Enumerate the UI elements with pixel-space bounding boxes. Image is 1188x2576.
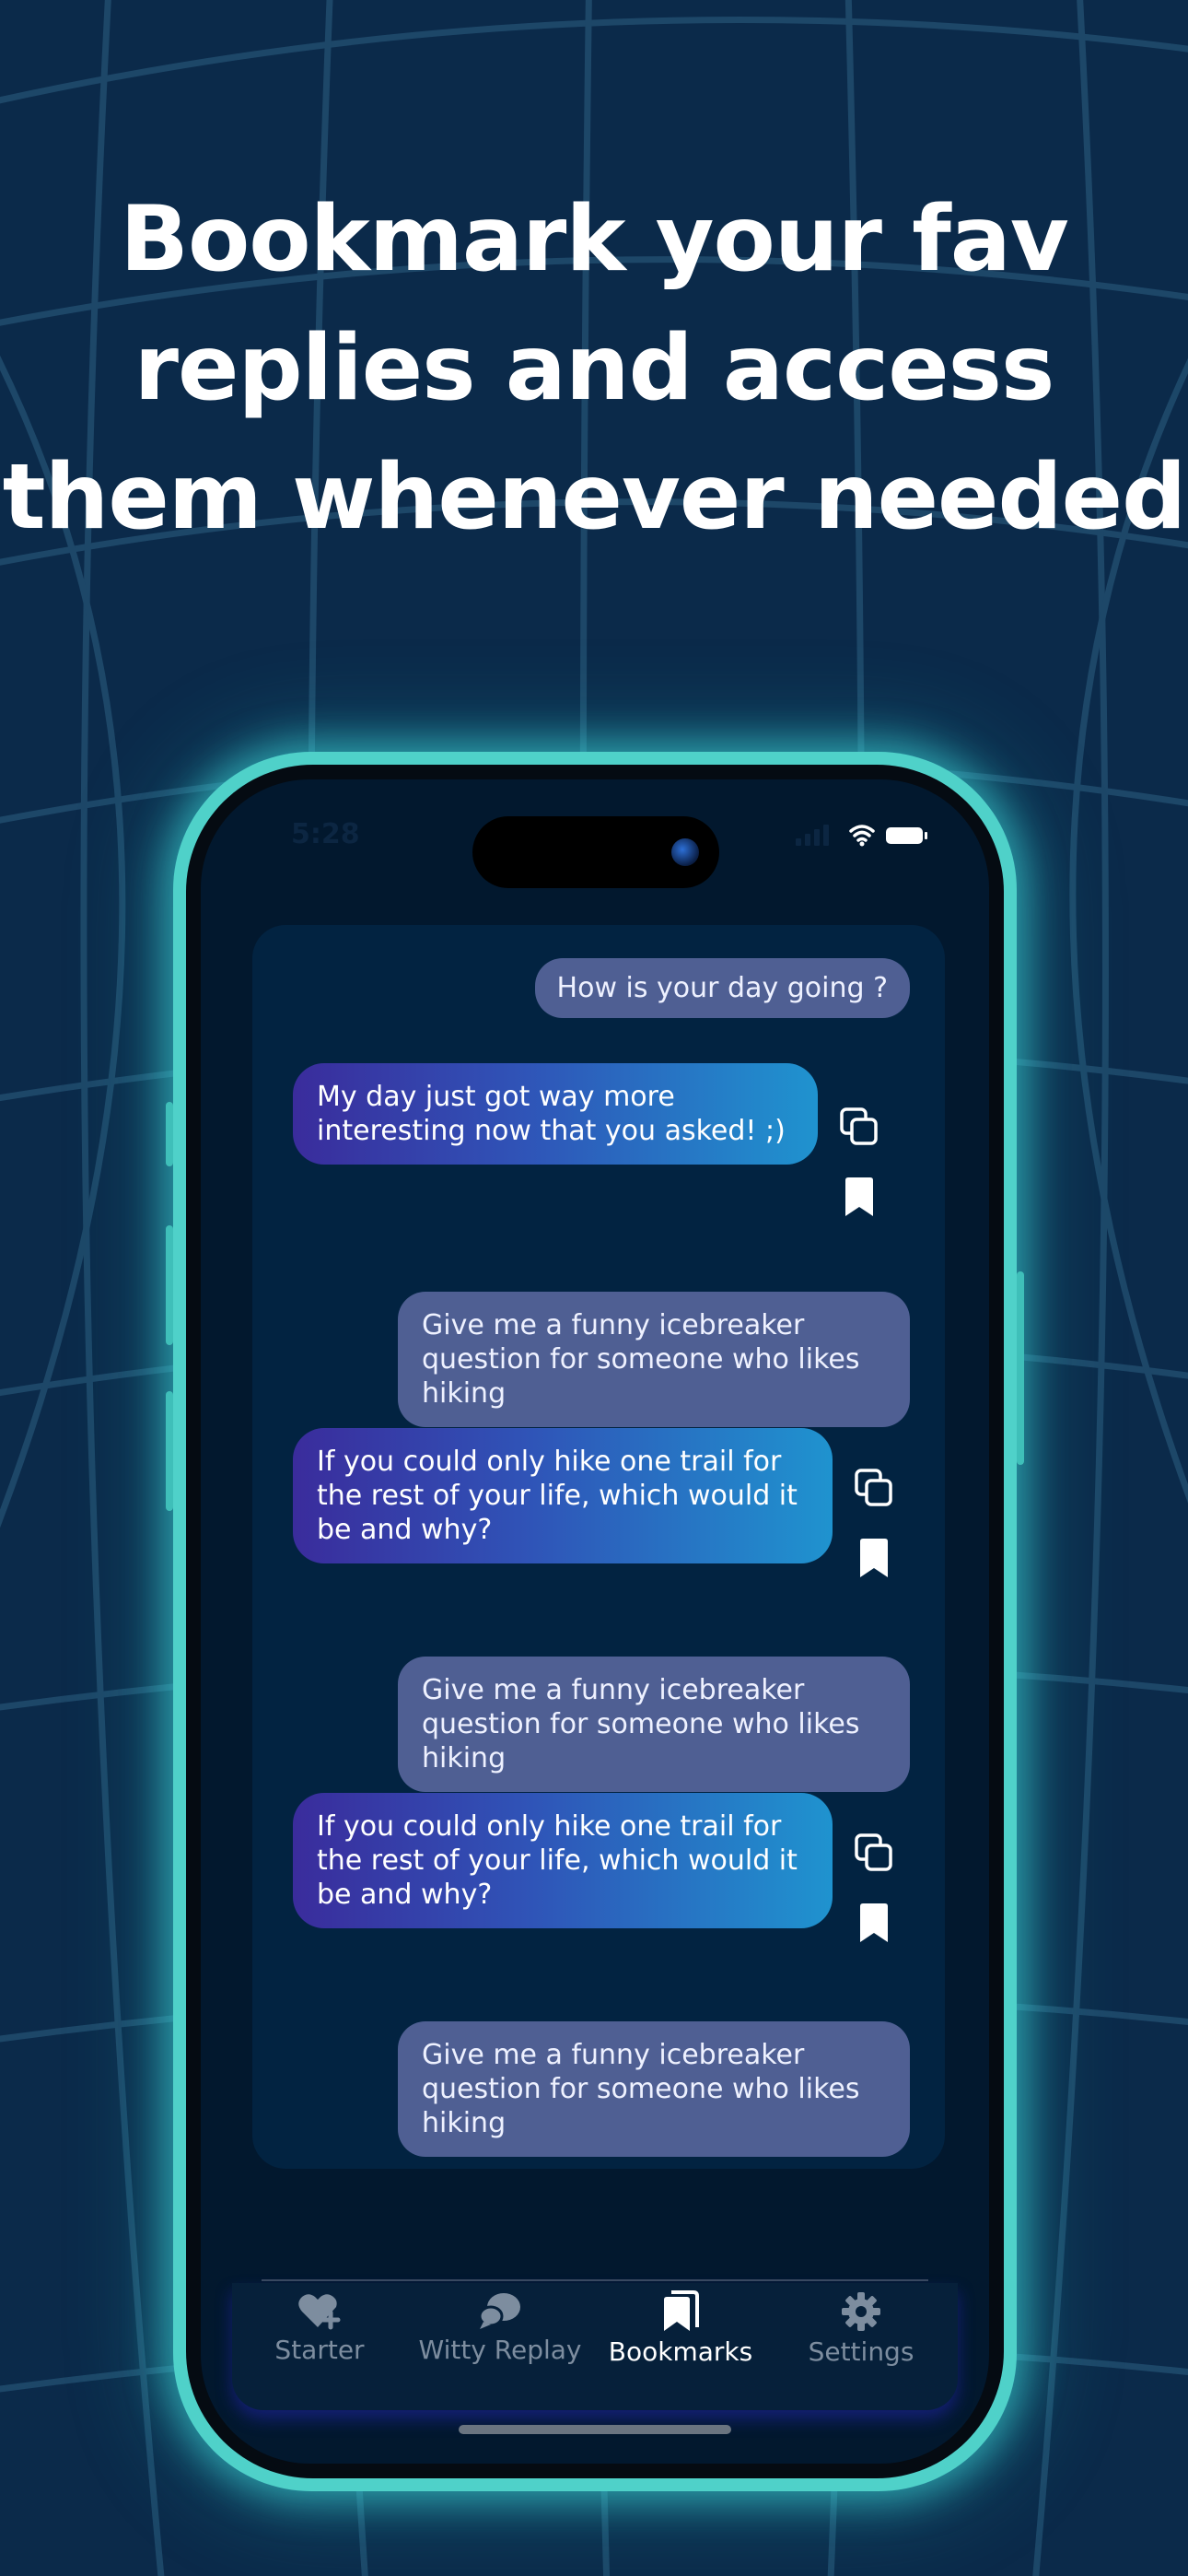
camera-icon (671, 838, 699, 866)
dynamic-island (472, 816, 719, 888)
home-indicator (459, 2425, 731, 2434)
chat-bubbles-icon (478, 2293, 520, 2329)
bookmark-icon[interactable] (858, 1903, 890, 1944)
ai-reply[interactable]: If you could only hike one trail for the… (293, 1793, 833, 1928)
power-button (1017, 1271, 1024, 1465)
volume-up-button (166, 1225, 173, 1345)
bookmark-icon[interactable] (844, 1177, 875, 1218)
ai-reply[interactable]: If you could only hike one trail for the… (293, 1428, 833, 1563)
silent-switch (166, 1102, 173, 1166)
copy-icon[interactable] (853, 1832, 895, 1874)
bookmark-icon[interactable] (858, 1539, 890, 1579)
headline-line-2: replies and access (134, 316, 1055, 421)
battery-icon (886, 827, 923, 844)
tab-label-bookmarks: Bookmarks (608, 2336, 753, 2367)
tab-bar: Starter Witty Replay Bookmarks Settings (232, 2283, 958, 2410)
chat-panel[interactable]: How is your day going ? My day just got … (252, 925, 945, 2169)
headline-line-1: Bookmark your fav (120, 187, 1068, 292)
user-message: Give me a funny icebreaker question for … (398, 2021, 910, 2157)
tab-settings[interactable]: Settings (774, 2290, 949, 2367)
user-message: How is your day going ? (534, 958, 910, 1018)
tab-bookmarks[interactable]: Bookmarks (593, 2290, 768, 2367)
bookmarks-icon (664, 2290, 699, 2331)
ai-reply[interactable]: My day just got way more interesting now… (293, 1063, 818, 1165)
headline-line-3: them whenever needed (2, 445, 1187, 550)
tab-witty-replay[interactable]: Witty Replay (413, 2290, 588, 2365)
phone-screen: 5:28 How is your day going ? My day just… (201, 779, 989, 2464)
copy-icon[interactable] (853, 1467, 895, 1509)
wifi-icon (849, 825, 875, 842)
tab-label-settings: Settings (808, 2336, 914, 2367)
tab-bar-divider (262, 2279, 928, 2281)
gear-icon (842, 2292, 880, 2331)
status-icons (796, 825, 927, 847)
status-time: 5:28 (291, 818, 360, 850)
heart-plus-icon (298, 2294, 341, 2330)
tab-starter[interactable]: Starter (232, 2290, 407, 2365)
tab-label-starter: Starter (274, 2335, 365, 2365)
user-message: Give me a funny icebreaker question for … (398, 1292, 910, 1427)
tab-label-witty-replay: Witty Replay (418, 2335, 582, 2365)
copy-icon[interactable] (838, 1106, 880, 1148)
user-message: Give me a funny icebreaker question for … (398, 1657, 910, 1792)
volume-down-button (166, 1391, 173, 1511)
headline: Bookmark your fav replies and access the… (0, 175, 1188, 562)
